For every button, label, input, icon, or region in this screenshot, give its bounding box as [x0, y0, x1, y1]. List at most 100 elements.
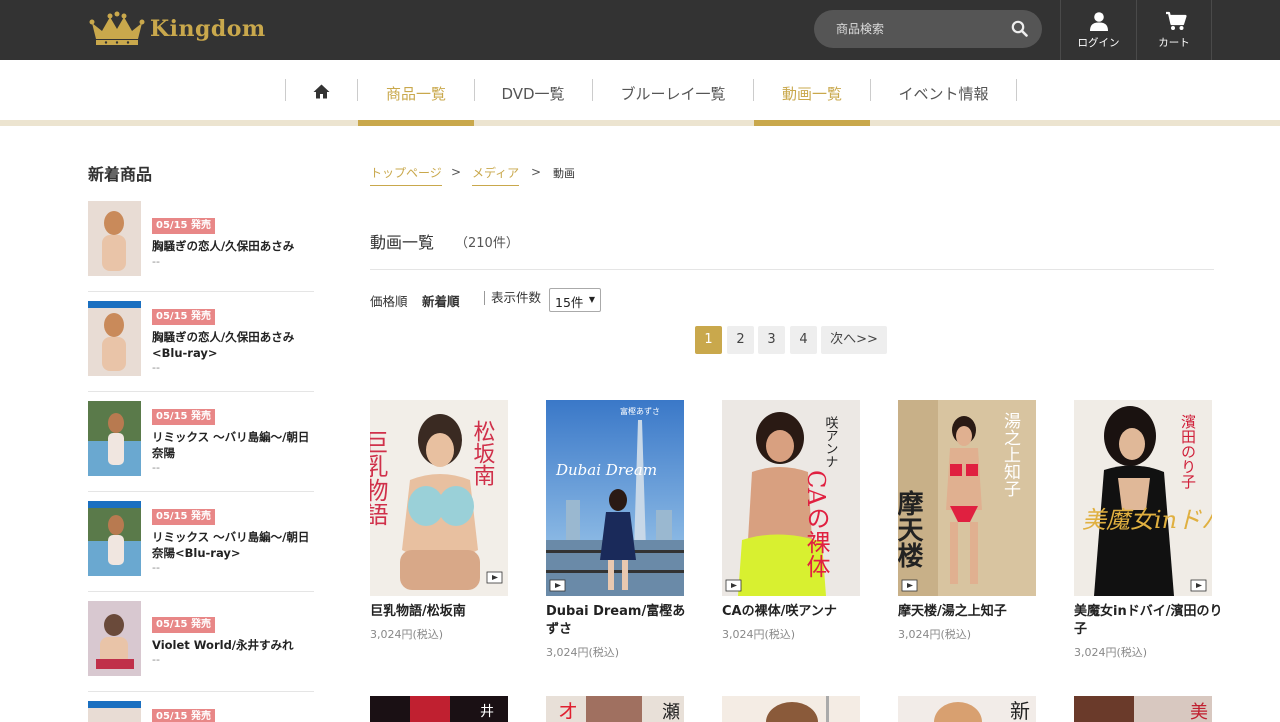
page-1[interactable]: 1	[695, 326, 722, 354]
sidebar-item[interactable]: 05/15 発売 胸騒ぎの恋人/久保田あさみ<Blu-ray> --	[88, 301, 314, 392]
product-title[interactable]: 摩天楼/湯之上知子	[898, 603, 1048, 621]
product-cover[interactable]: Dubai Dream 富樫あずさ	[546, 400, 684, 596]
cover-name: 富樫あずさ	[620, 406, 660, 416]
release-date-badge: 05/15 発売	[152, 309, 215, 325]
product-cover[interactable]: 美	[1074, 696, 1212, 722]
product-thumbnail[interactable]	[88, 701, 141, 722]
cover-title: CAの裸体	[802, 470, 830, 578]
product-cover[interactable]: 新	[898, 696, 1036, 722]
home-icon	[313, 84, 330, 99]
nav-products[interactable]: 商品一覧	[358, 60, 474, 126]
product-price: 3,024円(税込)	[1074, 646, 1148, 659]
sidebar-item-name[interactable]: 胸騒ぎの恋人/久保田あさみ<Blu-ray>	[152, 329, 312, 361]
cover-title: 巨乳物語	[370, 430, 388, 526]
product-title[interactable]: 巨乳物語/松坂南	[370, 603, 520, 621]
sidebar-item[interactable]: 05/15 発売	[88, 701, 314, 722]
cart-icon	[1166, 11, 1187, 30]
cover-title: 美	[1190, 702, 1208, 722]
product-cover[interactable]: 井	[370, 696, 508, 722]
sidebar-item-price: --	[152, 561, 160, 574]
product-thumbnail[interactable]	[88, 301, 141, 376]
nav-label: 商品一覧	[385, 85, 446, 103]
user-icon	[1090, 12, 1108, 31]
page-title: 動画一覧	[370, 233, 435, 252]
sidebar-item-name[interactable]: リミックス ～バリ島編～/朝日奈陽	[152, 429, 312, 461]
product-cover[interactable]	[722, 696, 860, 722]
nav-bluray[interactable]: ブルーレイ一覧	[593, 60, 753, 126]
cover-name: 咲アンナ	[823, 415, 839, 468]
cover-title: 瀬	[662, 702, 680, 722]
nav-events[interactable]: イベント情報	[871, 60, 1016, 126]
sidebar-item[interactable]: 05/15 発売 Violet World/永井すみれ --	[88, 601, 314, 692]
per-page-select[interactable]: 15件 ▼	[549, 288, 601, 312]
top-bar: Kingdom ログイン カート	[0, 0, 1280, 60]
page-3[interactable]: 3	[758, 326, 785, 354]
breadcrumb-separator: >	[531, 165, 542, 179]
sidebar-item[interactable]: 05/15 発売 胸騒ぎの恋人/久保田あさみ --	[88, 201, 314, 292]
per-page-label: 表示件数	[484, 291, 541, 305]
nav-videos[interactable]: 動画一覧	[754, 60, 870, 126]
product-title[interactable]: 美魔女inドバイ/濱田のり子	[1074, 603, 1224, 639]
sort-price[interactable]: 価格順	[370, 291, 408, 310]
product-price: 3,024円(税込)	[370, 628, 444, 641]
cover-title: Dubai Dream	[555, 461, 657, 479]
sidebar-item-name[interactable]: 胸騒ぎの恋人/久保田あさみ	[152, 238, 312, 254]
cart-label: カート	[1158, 37, 1190, 49]
product-title[interactable]: CAの裸体/咲アンナ	[722, 603, 872, 621]
login-button[interactable]: ログイン	[1060, 0, 1136, 60]
result-count: （210件）	[455, 236, 519, 251]
sidebar-item-price: --	[152, 653, 160, 666]
nav-label: ブルーレイ一覧	[620, 85, 726, 103]
page-2[interactable]: 2	[727, 326, 754, 354]
release-date-badge: 05/15 発売	[152, 409, 215, 425]
search-input[interactable]	[836, 19, 1006, 39]
sidebar-item-name[interactable]: Violet World/永井すみれ	[152, 637, 312, 653]
page-4[interactable]: 4	[790, 326, 817, 354]
cover-name: 湯之上知子	[1000, 412, 1021, 497]
sidebar-item[interactable]: 05/15 発売 リミックス ～バリ島編～/朝日奈陽<Blu-ray> --	[88, 501, 314, 592]
product-thumbnail[interactable]	[88, 501, 141, 576]
product-title[interactable]: Dubai Dream/富樫あずさ	[546, 603, 696, 639]
search-box	[814, 10, 1042, 48]
sort-newest[interactable]: 新着順	[422, 291, 460, 310]
breadcrumb-current: 動画	[553, 167, 575, 180]
product-price: 3,024円(税込)	[722, 628, 796, 641]
nav-label: 動画一覧	[781, 85, 842, 103]
product-cover[interactable]: CAの裸体 咲アンナ	[722, 400, 860, 596]
product-thumbnail[interactable]	[88, 401, 141, 476]
login-label: ログイン	[1077, 37, 1120, 49]
nav-divider	[1016, 79, 1017, 101]
nav-home[interactable]	[286, 60, 357, 126]
product-cover[interactable]: 巨乳物語 松坂南	[370, 400, 508, 596]
sidebar-item-name[interactable]: リミックス ～バリ島編～/朝日奈陽<Blu-ray>	[152, 529, 312, 561]
release-date-badge: 05/15 発売	[152, 709, 215, 722]
brand-name: Kingdom	[150, 16, 266, 42]
cart-button[interactable]: カート	[1136, 0, 1212, 60]
product-price: 3,024円(税込)	[898, 628, 972, 641]
release-date-badge: 05/15 発売	[152, 509, 215, 525]
chevron-down-icon: ▼	[588, 295, 595, 304]
sidebar-item-price: --	[152, 255, 160, 268]
crown-icon	[89, 11, 145, 45]
product-cover[interactable]: オ瀬	[546, 696, 684, 722]
cover-title: 新	[1010, 699, 1030, 722]
sidebar-item-price: --	[152, 461, 160, 474]
product-price: 3,024円(税込)	[546, 646, 620, 659]
sidebar-item[interactable]: 05/15 発売 リミックス ～バリ島編～/朝日奈陽 --	[88, 401, 314, 492]
product-thumbnail[interactable]	[88, 201, 141, 276]
release-date-badge: 05/15 発売	[152, 218, 215, 234]
brand-logo[interactable]: Kingdom	[88, 11, 266, 47]
nav-label: イベント情報	[898, 85, 989, 103]
sidebar-item-price: --	[152, 361, 160, 374]
nav-dvd[interactable]: DVD一覧	[475, 60, 591, 126]
breadcrumb-media[interactable]: メディア	[472, 164, 520, 186]
cover-name: 濱田のり子	[1179, 414, 1197, 489]
breadcrumb-top[interactable]: トップページ	[370, 164, 442, 186]
product-thumbnail[interactable]	[88, 601, 141, 676]
search-icon[interactable]	[1011, 20, 1028, 37]
next-page-button[interactable]: 次へ>>	[821, 326, 887, 354]
cover-name: 松坂南	[470, 420, 496, 486]
release-date-badge: 05/15 発売	[152, 617, 215, 633]
product-cover[interactable]: 美魔女inドバイ 濱田のり子	[1074, 400, 1212, 596]
product-cover[interactable]: 摩天楼 湯之上知子	[898, 400, 1036, 596]
